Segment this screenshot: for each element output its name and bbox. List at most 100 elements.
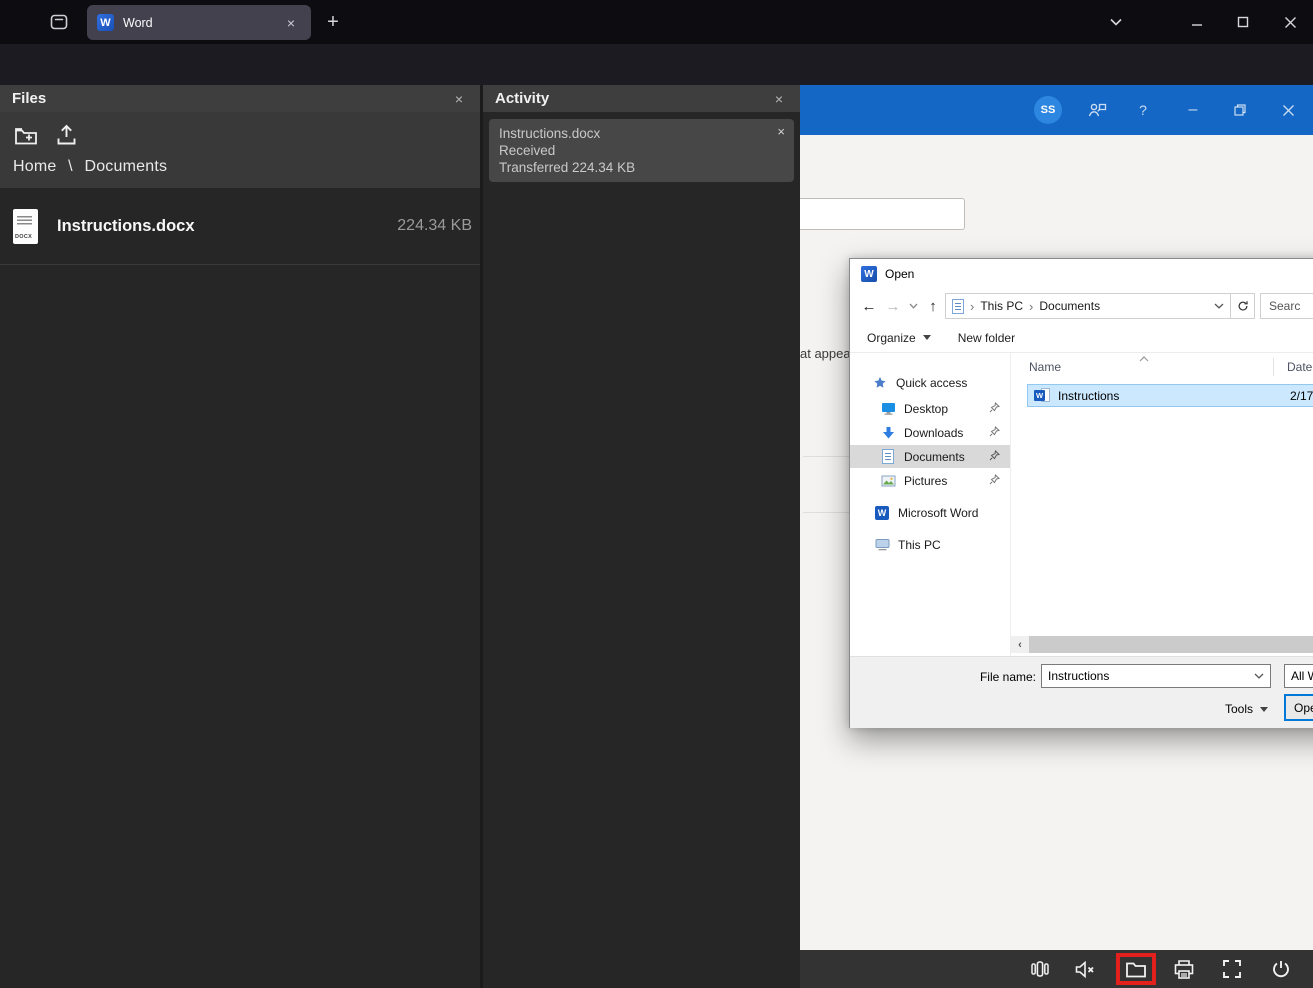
new-folder-button[interactable]: New folder [958,331,1015,345]
new-folder-icon[interactable] [14,126,38,146]
sidebar-item-desktop[interactable]: Desktop [850,397,1010,420]
dialog-toolbar: Organize New folder [850,323,1313,353]
scroll-left-icon[interactable]: ‹ [1011,636,1029,653]
power-icon[interactable] [1268,957,1294,981]
windows-panel-icon[interactable] [1027,957,1053,981]
scrollbar-thumb[interactable] [1029,636,1313,653]
file-row-name: Instructions [1058,389,1119,403]
activity-panel-header: Activity × [483,85,800,112]
quick-access-star-icon [872,376,888,390]
pin-icon [989,426,1000,437]
avatar[interactable]: SS [1034,96,1062,124]
open-dialog: W Open ← → ↑ › This PC › Documents [849,258,1313,728]
dialog-sidebar: Quick access Desktop Downloads Documents [850,353,1010,656]
dialog-address-bar[interactable]: › This PC › Documents [945,293,1231,319]
dialog-title: Open [885,267,914,281]
downloads-arrow-icon [880,426,896,440]
sidebar-item-this-pc[interactable]: This PC [850,533,1010,556]
presenter-icon[interactable] [1083,98,1111,122]
background-divider [803,512,849,513]
combo-chevron-icon[interactable] [1254,673,1264,679]
help-icon[interactable]: ? [1129,98,1157,122]
window-minimize-button[interactable] [1182,10,1212,34]
dialog-back-button[interactable]: ← [857,293,881,319]
screen: W Word × + ← → http [0,0,1313,988]
word-favicon: W [97,14,114,31]
files-panel-header: Files × [0,85,480,112]
pin-icon [989,474,1000,485]
activity-item-status: Received [499,142,784,159]
dialog-history-chevron-icon[interactable] [905,293,921,319]
word-close-button[interactable] [1274,98,1302,122]
print-icon[interactable] [1171,957,1197,981]
activity-item-close-icon[interactable]: × [777,124,785,139]
tools-button[interactable]: Tools [1202,697,1268,721]
files-panel-title: Files [12,90,450,107]
fullscreen-icon[interactable] [1219,957,1245,981]
tab-title: Word [123,16,281,30]
activity-item-name: Instructions.docx [499,125,784,142]
documents-crumb-icon [952,299,964,314]
dialog-refresh-button[interactable] [1231,293,1255,319]
open-button[interactable]: Open [1284,694,1313,721]
this-pc-icon [874,538,890,551]
documents-icon [880,449,896,464]
sidebar-item-downloads[interactable]: Downloads [850,421,1010,444]
window-close-button[interactable] [1275,10,1305,34]
pin-icon [989,450,1000,461]
dialog-up-button[interactable]: ↑ [921,293,945,319]
new-tab-button[interactable]: + [320,9,346,35]
client-toolbar [800,950,1313,988]
crumb-this-pc[interactable]: This PC [980,299,1023,313]
column-header-date[interactable]: Date [1287,353,1312,381]
breadcrumb-home[interactable]: Home [13,158,56,175]
tab-list-chevron-icon[interactable] [1101,10,1131,34]
file-name-label: File name: [910,670,1036,684]
column-header-name[interactable]: Name [1029,353,1061,381]
browser-nav-bar: ← → https://hq.turbo.net/run/4bdb85ce-77… [0,44,1313,85]
crumb-documents[interactable]: Documents [1039,299,1100,313]
window-maximize-button[interactable] [1228,10,1258,34]
dialog-title-bar: W Open [850,259,1313,289]
dialog-forward-button[interactable]: → [881,293,905,319]
file-size: 224.34 KB [397,217,472,235]
address-dropdown-chevron-icon[interactable] [1214,303,1224,309]
files-folder-icon[interactable] [1123,957,1149,981]
word-search-box[interactable] [800,198,965,230]
dialog-search-input[interactable]: Searc [1260,293,1313,319]
sidebar-item-pictures[interactable]: Pictures [850,469,1010,492]
file-list-item[interactable]: DOCX Instructions.docx 224.34 KB [0,195,480,257]
word-restore-button[interactable] [1226,98,1254,122]
docx-file-icon: DOCX [13,209,38,244]
firefox-view-icon[interactable] [48,11,70,33]
breadcrumb-folder[interactable]: Documents [84,158,167,175]
activity-panel-title: Activity [495,90,770,107]
tools-caret-icon [1260,707,1268,712]
file-name-combobox[interactable]: Instructions [1041,664,1271,688]
activity-item-card: Instructions.docx Received Transferred 2… [489,119,794,182]
sidebar-item-microsoft-word[interactable]: W Microsoft Word [850,501,1010,524]
organize-button[interactable]: Organize [867,331,916,345]
word-dialog-icon: W [861,266,877,282]
file-type-combobox[interactable]: All W [1284,664,1313,688]
activity-panel-close-icon[interactable]: × [770,91,788,107]
dialog-main: Quick access Desktop Downloads Documents [850,353,1313,656]
sort-ascending-icon [1139,356,1149,362]
activity-panel: Activity × Instructions.docx Received Tr… [483,85,800,988]
dialog-footer: File name: Instructions All W Tools Open [850,656,1313,728]
browser-tab[interactable]: W Word × [87,5,311,40]
column-divider [1273,358,1274,376]
upload-icon[interactable] [56,124,77,146]
activity-item-transferred: Transferred 224.34 KB [499,159,784,176]
sidebar-item-documents[interactable]: Documents [850,445,1010,468]
file-row-date: 2/17 [1290,389,1313,403]
pictures-icon [880,475,896,487]
word-minimize-button[interactable]: – [1179,98,1207,122]
organize-caret-icon [923,335,931,340]
tab-close-icon[interactable]: × [281,13,301,33]
files-panel-close-icon[interactable]: × [450,91,468,107]
file-row-instructions[interactable]: W Instructions 2/17 [1027,384,1313,407]
sidebar-item-quick-access[interactable]: Quick access [850,371,1010,394]
audio-mute-icon[interactable] [1072,957,1098,981]
horizontal-scrollbar[interactable]: ‹ [1011,636,1313,653]
